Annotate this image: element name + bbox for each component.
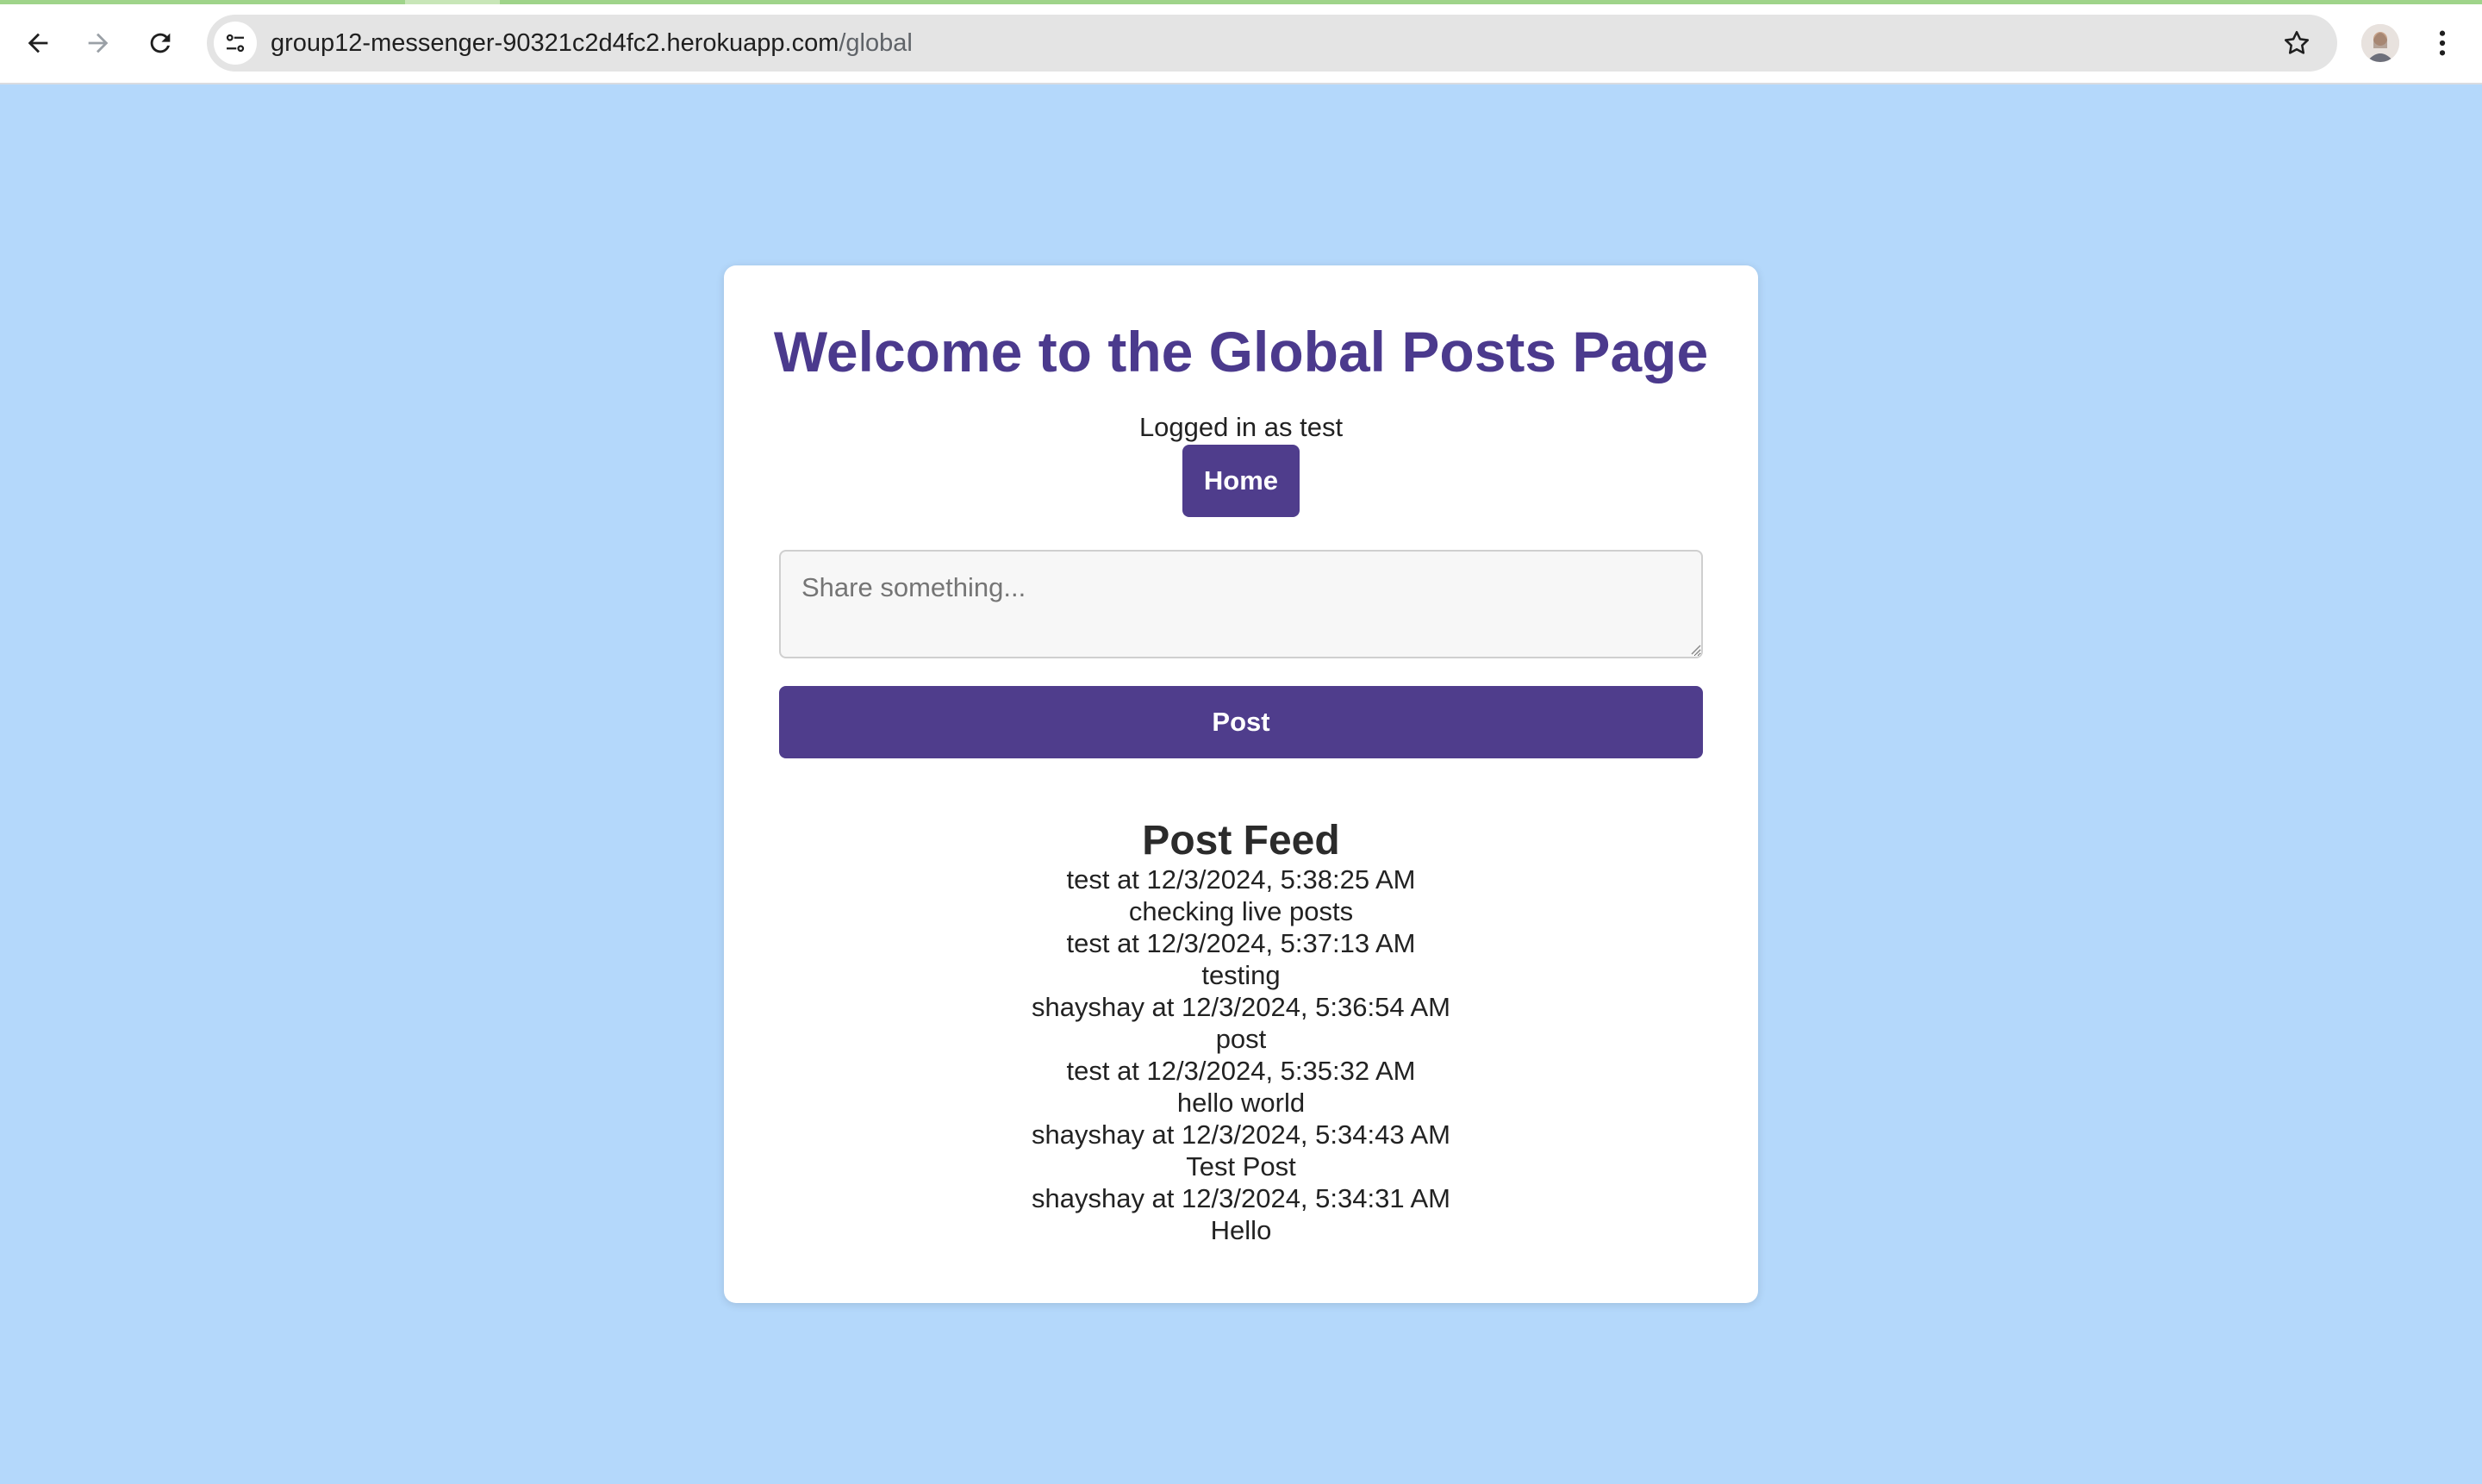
url-host: group12-messenger-90321c2d4fc2.herokuapp… [271, 29, 839, 57]
browser-toolbar: group12-messenger-90321c2d4fc2.herokuapp… [0, 0, 2482, 84]
post-item: shayshay at 12/3/2024, 5:34:43 AM Test P… [724, 1119, 1758, 1182]
post-meta: test at 12/3/2024, 5:38:25 AM [1066, 864, 1416, 895]
url-text[interactable]: group12-messenger-90321c2d4fc2.herokuapp… [271, 15, 913, 72]
share-input[interactable] [779, 550, 1703, 658]
post-meta: shayshay at 12/3/2024, 5:34:31 AM [1031, 1183, 1450, 1213]
tune-icon [226, 34, 245, 53]
post-body: testing [1201, 960, 1281, 990]
post-meta: test at 12/3/2024, 5:35:32 AM [1066, 1056, 1416, 1086]
resize-handle-icon[interactable] [1689, 643, 1701, 655]
avatar[interactable] [2361, 24, 2399, 62]
page-title: Welcome to the Global Posts Page [773, 320, 1709, 383]
loading-bar [0, 0, 2482, 4]
reload-button[interactable] [136, 19, 184, 67]
post-item: shayshay at 12/3/2024, 5:36:54 AM post [724, 991, 1758, 1055]
post-item: test at 12/3/2024, 5:37:13 AM testing [724, 927, 1758, 991]
logged-in-status: Logged in as test [1138, 412, 1344, 442]
home-button[interactable]: Home [1182, 445, 1300, 517]
post-item: test at 12/3/2024, 5:38:25 AM checking l… [724, 864, 1758, 927]
arrow-left-icon [28, 33, 48, 53]
post-body: post [1215, 1024, 1267, 1054]
post-item: test at 12/3/2024, 5:35:32 AM hello worl… [724, 1055, 1758, 1119]
post-meta: shayshay at 12/3/2024, 5:36:54 AM [1031, 992, 1450, 1022]
star-icon [2284, 30, 2310, 54]
bookmark-button[interactable] [2279, 25, 2315, 61]
post-meta: test at 12/3/2024, 5:37:13 AM [1066, 928, 1416, 958]
post-item: shayshay at 12/3/2024, 5:34:31 AM Hello [724, 1182, 1758, 1246]
forward-button[interactable] [74, 19, 122, 67]
post-button[interactable]: Post [779, 686, 1703, 758]
post-body: checking live posts [1128, 896, 1354, 926]
back-button[interactable] [14, 19, 62, 67]
post-meta: shayshay at 12/3/2024, 5:34:43 AM [1031, 1119, 1450, 1150]
kebab-menu-icon [2439, 30, 2446, 56]
reload-icon [150, 33, 171, 53]
post-body: Test Post [1186, 1151, 1296, 1182]
url-path: /global [839, 29, 913, 57]
profile-photo-icon [2361, 24, 2399, 62]
post-body: Hello [1210, 1215, 1272, 1245]
arrow-right-icon [88, 33, 109, 53]
global-posts-card: Welcome to the Global Posts Page Logged … [724, 265, 1758, 1303]
post-feed: test at 12/3/2024, 5:38:25 AM checking l… [724, 864, 1758, 1246]
post-body: hello world [1176, 1088, 1306, 1118]
site-info-button[interactable] [214, 22, 257, 65]
address-bar[interactable]: group12-messenger-90321c2d4fc2.herokuapp… [207, 15, 2337, 72]
browser-menu-button[interactable] [2423, 24, 2461, 62]
feed-title: Post Feed [1142, 818, 1340, 864]
